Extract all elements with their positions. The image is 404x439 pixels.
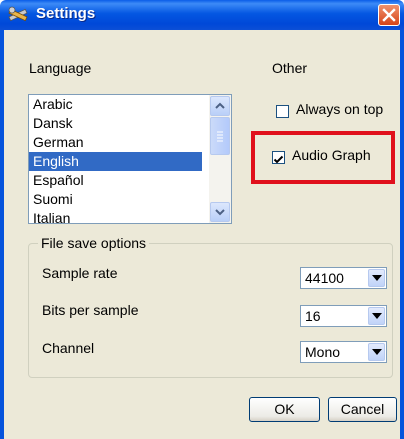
sample-rate-value: 44100 bbox=[305, 270, 344, 286]
title-bar[interactable]: Settings bbox=[0, 0, 404, 30]
list-item[interactable]: Italian bbox=[29, 209, 202, 223]
list-item[interactable]: Dansk bbox=[29, 114, 202, 133]
grip-icon bbox=[217, 131, 223, 142]
channel-value: Mono bbox=[305, 344, 341, 360]
chevron-down-icon bbox=[372, 275, 382, 281]
chevron-up-icon bbox=[215, 102, 225, 109]
window-title: Settings bbox=[36, 5, 96, 22]
ok-button[interactable]: OK bbox=[249, 397, 320, 422]
window-frame-right bbox=[400, 30, 404, 439]
sample-rate-label: Sample rate bbox=[42, 265, 118, 281]
chevron-down-icon bbox=[372, 349, 382, 355]
sample-rate-select[interactable]: 44100 bbox=[300, 267, 387, 289]
chevron-down-icon bbox=[215, 209, 225, 216]
always-on-top-label[interactable]: Always on top bbox=[296, 101, 383, 117]
language-listbox[interactable]: Arabic Dansk German English Español Suom… bbox=[28, 94, 232, 224]
other-label: Other bbox=[272, 60, 308, 76]
close-button[interactable] bbox=[378, 4, 400, 26]
scroll-down-button[interactable] bbox=[210, 202, 230, 222]
bits-per-sample-value: 16 bbox=[305, 308, 321, 324]
bits-per-sample-dropdown-button[interactable] bbox=[368, 307, 385, 325]
list-item[interactable]: Español bbox=[29, 171, 202, 190]
bits-per-sample-label: Bits per sample bbox=[42, 302, 139, 318]
audio-graph-label[interactable]: Audio Graph bbox=[292, 147, 371, 163]
sample-rate-dropdown-button[interactable] bbox=[368, 269, 385, 287]
list-item[interactable]: German bbox=[29, 133, 202, 152]
file-save-options-legend: File save options bbox=[38, 235, 150, 251]
listbox-scrollbar[interactable] bbox=[209, 95, 231, 223]
channel-dropdown-button[interactable] bbox=[368, 343, 385, 361]
list-item[interactable]: Suomi bbox=[29, 190, 202, 209]
channel-label: Channel bbox=[42, 340, 95, 356]
settings-tools-icon bbox=[8, 6, 28, 24]
scroll-thumb[interactable] bbox=[210, 117, 230, 155]
chevron-down-icon bbox=[372, 313, 382, 319]
channel-select[interactable]: Mono bbox=[300, 341, 387, 363]
cancel-button[interactable]: Cancel bbox=[328, 397, 397, 422]
list-item[interactable]: Arabic bbox=[29, 95, 202, 114]
list-item-selected[interactable]: English bbox=[29, 152, 202, 171]
language-label: Language bbox=[29, 60, 92, 76]
settings-dialog: Settings Language Arabic Dansk German En… bbox=[0, 0, 404, 439]
checkmark-icon bbox=[273, 155, 284, 164]
close-icon bbox=[382, 8, 396, 22]
scroll-up-button[interactable] bbox=[210, 96, 230, 116]
audio-graph-checkbox[interactable] bbox=[272, 151, 285, 164]
bits-per-sample-select[interactable]: 16 bbox=[300, 305, 387, 327]
always-on-top-checkbox[interactable] bbox=[276, 105, 289, 118]
